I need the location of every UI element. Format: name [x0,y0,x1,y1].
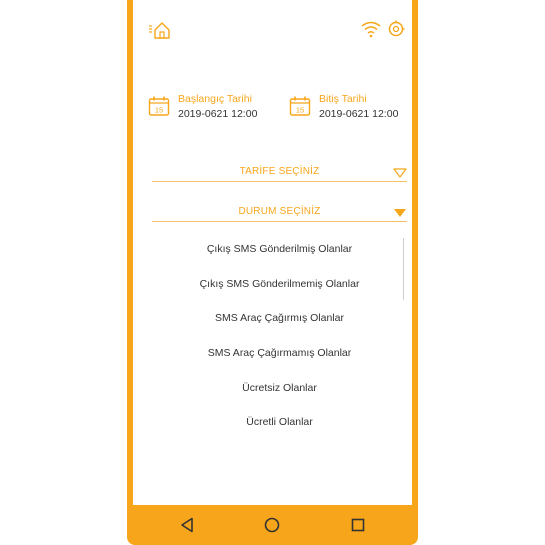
end-date-field[interactable]: 15 Bitiş Tarihi 2019-0621 12:00 [289,93,407,125]
settings-icon[interactable] [387,20,405,38]
svg-text:15: 15 [296,106,304,115]
wifi-icon [361,20,381,38]
status-bar [133,0,412,40]
chevron-down-filled-icon[interactable] [393,206,407,218]
end-date-value: 2019-0621 12:00 [319,108,399,120]
start-date-value: 2019-0621 12:00 [178,108,258,120]
options-scrollbar[interactable] [403,238,404,300]
status-option[interactable]: SMS Araç Çağırmamış Olanlar [152,336,407,371]
status-select-underline [152,221,407,222]
status-option[interactable]: Çıkış SMS Gönderilmiş Olanlar [152,232,407,267]
home-outline-icon[interactable] [149,20,171,40]
phone-frame: 15 Başlangıç Tarihi 2019-0621 12:00 15 B… [127,0,418,545]
calendar-icon: 15 [289,95,311,117]
status-option[interactable]: Çıkış SMS Gönderilmemiş Olanlar [152,267,407,302]
tariff-select-underline [152,181,407,182]
start-date-field[interactable]: 15 Başlangıç Tarihi 2019-0621 12:00 [148,93,270,125]
tariff-select[interactable]: TARİFE SEÇİNİZ [152,162,407,182]
start-date-label: Başlangıç Tarihi [178,93,252,105]
app-screen: 15 Başlangıç Tarihi 2019-0621 12:00 15 B… [133,0,412,505]
calendar-icon: 15 [148,95,170,117]
home-circle-icon[interactable] [262,515,282,535]
status-select[interactable]: DURUM SEÇİNİZ [152,202,407,222]
svg-text:15: 15 [155,106,163,115]
end-date-label: Bitiş Tarihi [319,93,367,105]
status-option[interactable]: Ücretsiz Olanlar [152,370,407,405]
recents-square-icon[interactable] [348,515,368,535]
status-option[interactable]: Ücretli Olanlar [152,405,407,440]
android-nav-bar [127,505,418,545]
back-triangle-icon[interactable] [177,515,197,535]
status-select-label: DURUM SEÇİNİZ [238,206,321,217]
status-options-list: Çıkış SMS Gönderilmiş Olanlar Çıkış SMS … [152,232,407,440]
chevron-down-outline-icon[interactable] [393,166,407,178]
tariff-select-label: TARİFE SEÇİNİZ [239,166,320,177]
status-option[interactable]: SMS Araç Çağırmış Olanlar [152,301,407,336]
